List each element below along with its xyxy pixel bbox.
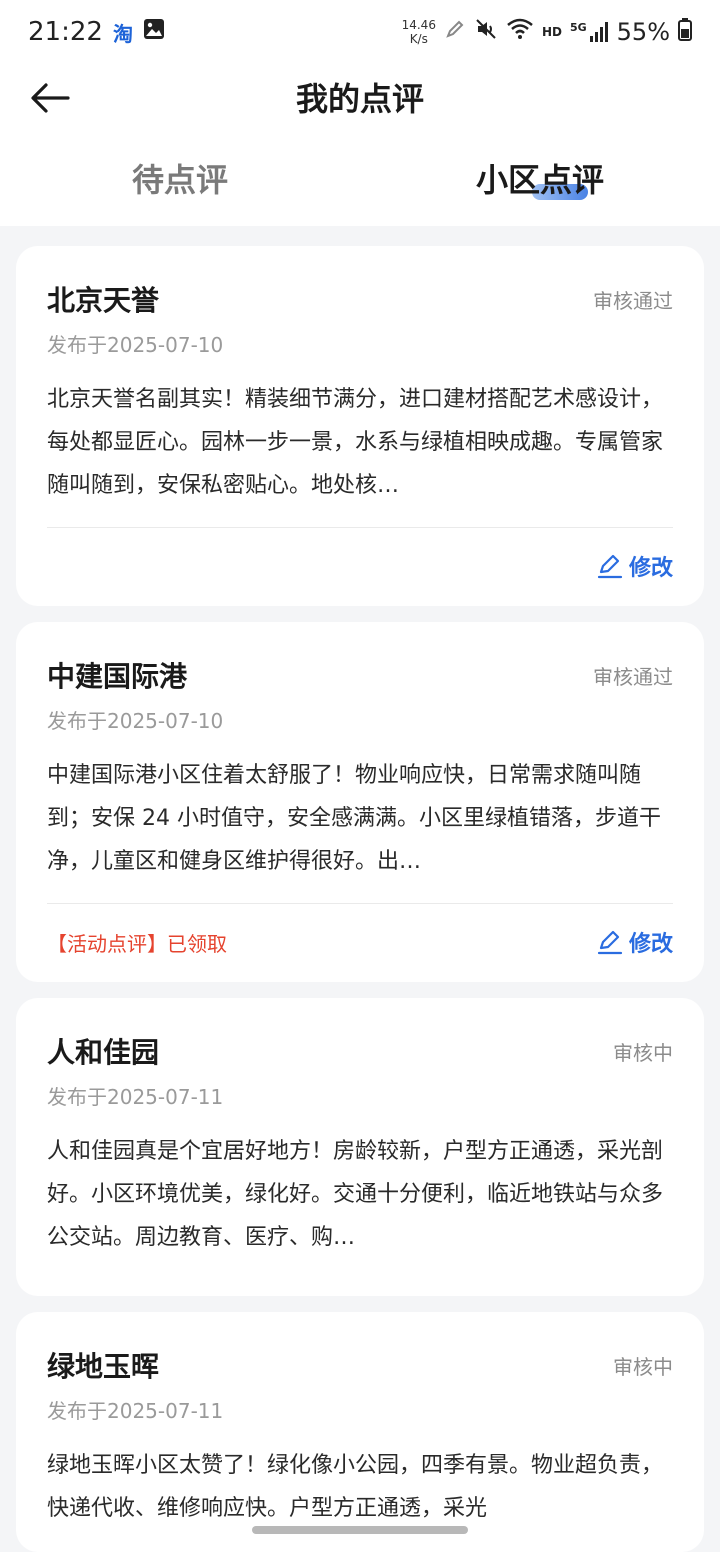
review-text: 绿地玉晖小区太赞了！绿化像小公园，四季有景。物业超负责，快递代收、维修响应快。户… (47, 1453, 664, 1521)
edit-icon (597, 930, 623, 955)
review-status: 审核中 (613, 1041, 673, 1065)
review-card[interactable]: 北京天誉 审核通过 发布于2025-07-10 北京天誉名副其实！精装细节满分，… (16, 246, 704, 606)
community-name: 绿地玉晖 (47, 1350, 160, 1383)
community-name: 人和佳园 (47, 1036, 160, 1069)
review-card[interactable]: 绿地玉晖 审核中 发布于2025-07-11 绿地玉晖小区太赞了！绿化像小公园，… (16, 1312, 704, 1552)
review-list: 北京天誉 审核通过 发布于2025-07-10 北京天誉名副其实！精装细节满分，… (0, 226, 720, 1552)
network-label: 5G (569, 21, 587, 34)
edit-icon (597, 554, 623, 579)
mute-icon (474, 17, 498, 47)
publish-date: 发布于2025-07-11 (47, 1399, 224, 1423)
card-head: 中建国际港 审核通过 (47, 648, 673, 706)
status-time: 21:22 (28, 17, 103, 47)
battery-percent: 55% (616, 18, 670, 46)
review-card[interactable]: 人和佳园 审核中 发布于2025-07-11 人和佳园真是个宜居好地方！房龄较新… (16, 998, 704, 1296)
netspeed-value: 14.46 (401, 18, 436, 32)
review-status: 审核通过 (593, 665, 673, 689)
activity-tag: 【活动点评】已领取 (47, 931, 227, 956)
status-right: 14.46 K/s HD 5G 55% (402, 17, 692, 47)
wifi-icon (506, 17, 534, 47)
review-status: 审核中 (613, 1355, 673, 1379)
review-status: 审核通过 (593, 289, 673, 313)
image-notification-icon (143, 17, 165, 47)
edit-button[interactable]: 修改 (597, 550, 673, 582)
card-head: 人和佳园 审核中 (47, 1024, 673, 1082)
arrow-left-icon (31, 83, 70, 113)
tab-bar: 待点评 小区点评 (0, 130, 720, 226)
community-name: 中建国际港 (47, 660, 188, 693)
tab-community-review[interactable]: 小区点评 (360, 130, 720, 226)
card-head: 北京天誉 审核通过 (47, 272, 673, 330)
hd-label: HD (541, 25, 562, 39)
back-button[interactable] (28, 76, 72, 120)
taobao-notification-icon: 淘 (112, 21, 133, 46)
battery-icon (678, 17, 692, 47)
publish-date: 发布于2025-07-11 (47, 1085, 224, 1109)
page-header: 我的点评 (0, 64, 720, 130)
tab-pending-review[interactable]: 待点评 (0, 130, 360, 226)
card-footer: 修改 (47, 527, 673, 584)
tab-label: 待点评 (131, 161, 228, 199)
tab-label: 小区点评 (475, 161, 604, 199)
review-card[interactable]: 中建国际港 审核通过 发布于2025-07-10 中建国际港小区住着太舒服了！物… (16, 622, 704, 982)
edit-button[interactable]: 修改 (597, 926, 673, 958)
review-text: 北京天誉名副其实！精装细节满分，进口建材搭配艺术感设计，每处都显匠心。园林一步一… (47, 387, 664, 498)
status-left: 21:22 淘 (28, 17, 165, 47)
home-indicator[interactable] (252, 1526, 468, 1534)
edit-label: 修改 (628, 556, 673, 581)
netspeed-unit: K/s (409, 32, 428, 46)
status-bar: 21:22 淘 14.46 K/s HD 5G 55% (0, 0, 720, 64)
card-footer: 【活动点评】已领取 修改 (47, 903, 673, 960)
community-name: 北京天誉 (47, 284, 160, 317)
pen-icon (444, 18, 466, 46)
publish-date: 发布于2025-07-10 (47, 333, 224, 357)
netspeed: 14.46 K/s (402, 18, 436, 46)
review-text: 人和佳园真是个宜居好地方！房龄较新，户型方正通透，采光剖好。小区环境优美，绿化好… (47, 1139, 664, 1250)
publish-date: 发布于2025-07-10 (47, 709, 224, 733)
signal-icon: 5G (570, 21, 609, 43)
card-head: 绿地玉晖 审核中 (47, 1338, 673, 1396)
review-text: 中建国际港小区住着太舒服了！物业响应快，日常需求随叫随到；安保 24 小时值守，… (47, 763, 661, 874)
page-title: 我的点评 (295, 80, 424, 118)
edit-label: 修改 (628, 932, 673, 957)
